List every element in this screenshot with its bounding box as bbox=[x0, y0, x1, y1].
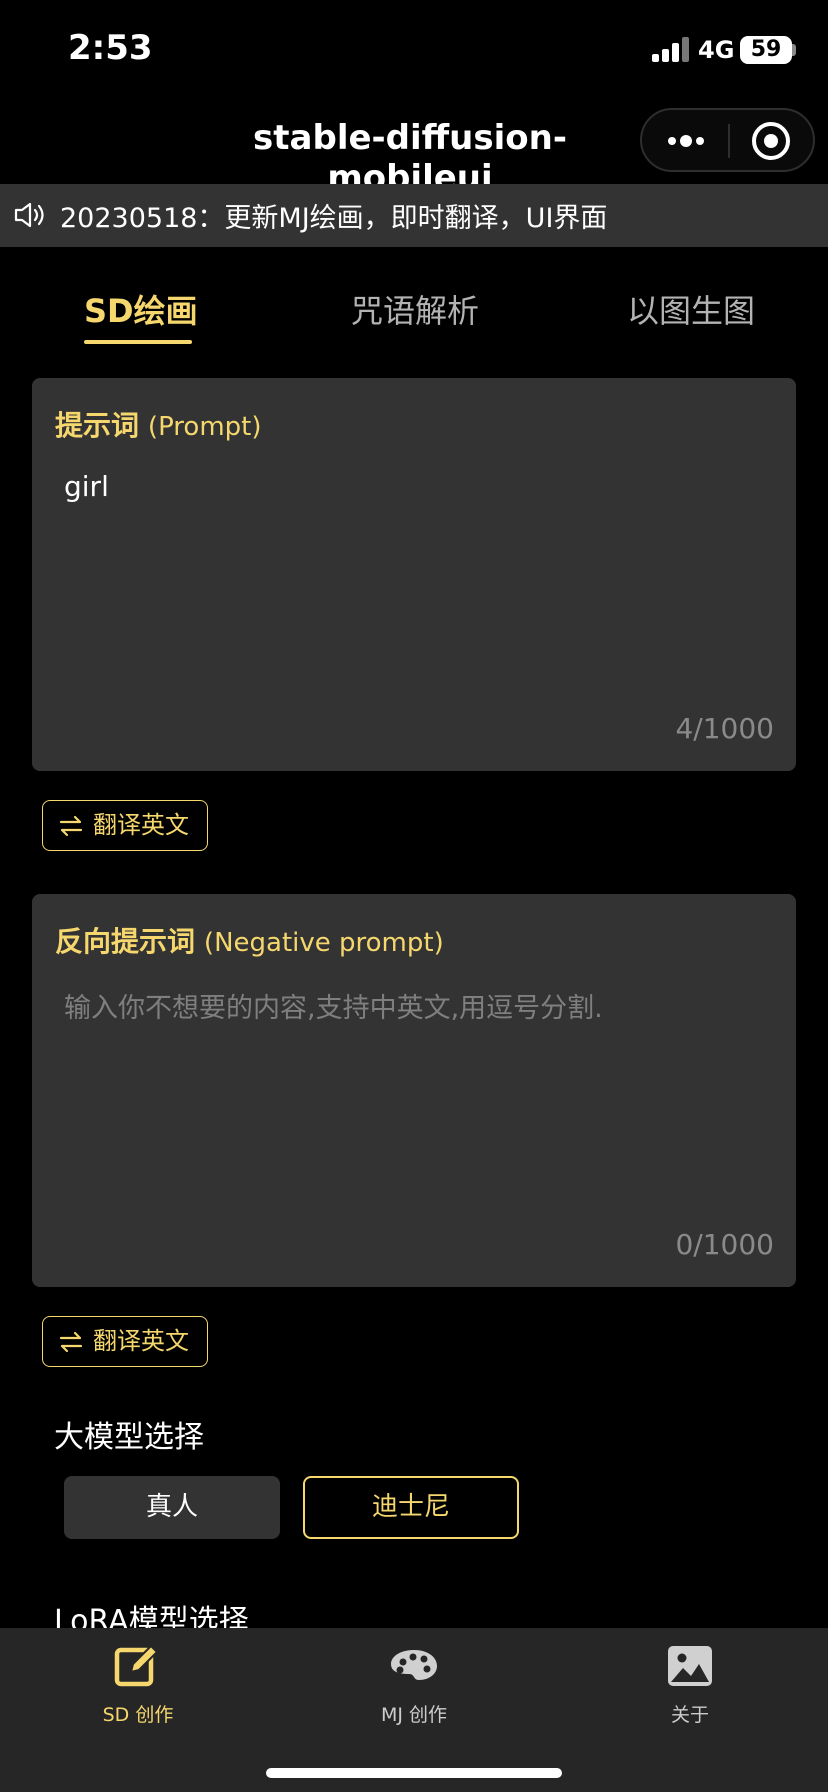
tabbar-label-sd: SD 创作 bbox=[102, 1704, 174, 1726]
translate-prompt-button[interactable]: 翻译英文 bbox=[42, 800, 208, 851]
bottom-tab-bar: SD 创作 MJ 创作 关于 bbox=[0, 1628, 828, 1792]
swap-icon bbox=[59, 815, 83, 837]
negative-prompt-label: 反向提示词 (Negative prompt) bbox=[55, 920, 444, 960]
model-option-real[interactable]: 真人 bbox=[64, 1476, 280, 1539]
tab-img2img[interactable]: 以图生图 bbox=[627, 286, 755, 332]
tabbar-label-mj: MJ 创作 bbox=[380, 1704, 448, 1726]
model-option-disney[interactable]: 迪士尼 bbox=[303, 1476, 519, 1539]
translate-negative-button[interactable]: 翻译英文 bbox=[42, 1316, 208, 1367]
tab-prompt-analysis[interactable]: 咒语解析 bbox=[351, 286, 479, 332]
tabbar-label-about: 关于 bbox=[670, 1704, 709, 1726]
status-bar: 2:53 4G 59 bbox=[0, 0, 828, 100]
negative-label-cn: 反向提示词 bbox=[55, 925, 196, 958]
translate-label: 翻译英文 bbox=[93, 811, 189, 839]
tab-sd-drawing[interactable]: SD绘画 bbox=[84, 286, 198, 332]
speaker-icon bbox=[14, 202, 44, 228]
negative-label-en: (Negative prompt) bbox=[203, 928, 444, 958]
tabbar-item-about[interactable]: 关于 bbox=[552, 1628, 828, 1728]
mini-program-capsule bbox=[640, 108, 815, 172]
negative-prompt-field[interactable]: 反向提示词 (Negative prompt) 输入你不想要的内容,支持中英文,… bbox=[32, 894, 796, 1287]
translate-label: 翻译英文 bbox=[93, 1327, 189, 1355]
tabbar-item-sd[interactable]: SD 创作 bbox=[0, 1628, 276, 1728]
edit-icon bbox=[114, 1644, 159, 1687]
notice-text: 20230518：更新MJ绘画，即时翻译，UI界面 bbox=[60, 203, 608, 234]
network-type: 4G bbox=[698, 36, 735, 64]
prompt-char-count: 4/1000 bbox=[675, 712, 774, 745]
prompt-label-en: (Prompt) bbox=[147, 412, 262, 442]
tab-underline bbox=[84, 340, 192, 344]
model-section-title: 大模型选择 bbox=[54, 1420, 204, 1455]
image-icon bbox=[668, 1646, 712, 1686]
prompt-label: 提示词 (Prompt) bbox=[55, 404, 261, 444]
battery-tip bbox=[792, 44, 796, 56]
signal-icon bbox=[652, 36, 690, 62]
close-target-icon[interactable] bbox=[752, 122, 790, 160]
prompt-value: girl bbox=[64, 470, 109, 503]
prompt-field[interactable]: 提示词 (Prompt) girl 4/1000 bbox=[32, 378, 796, 771]
palette-icon bbox=[391, 1650, 437, 1680]
prompt-label-cn: 提示词 bbox=[55, 409, 140, 442]
swap-icon bbox=[59, 1331, 83, 1353]
tabbar-item-mj[interactable]: MJ 创作 bbox=[276, 1628, 552, 1728]
negative-prompt-placeholder: 输入你不想要的内容,支持中英文,用逗号分割. bbox=[64, 993, 603, 1024]
more-icon[interactable] bbox=[664, 110, 724, 170]
capsule-divider bbox=[728, 124, 730, 158]
notice-bar: 20230518：更新MJ绘画，即时翻译，UI界面 bbox=[0, 184, 828, 247]
battery-icon: 59 bbox=[740, 36, 792, 64]
home-indicator bbox=[266, 1768, 562, 1778]
negative-prompt-char-count: 0/1000 bbox=[675, 1228, 774, 1261]
status-time: 2:53 bbox=[68, 28, 153, 68]
